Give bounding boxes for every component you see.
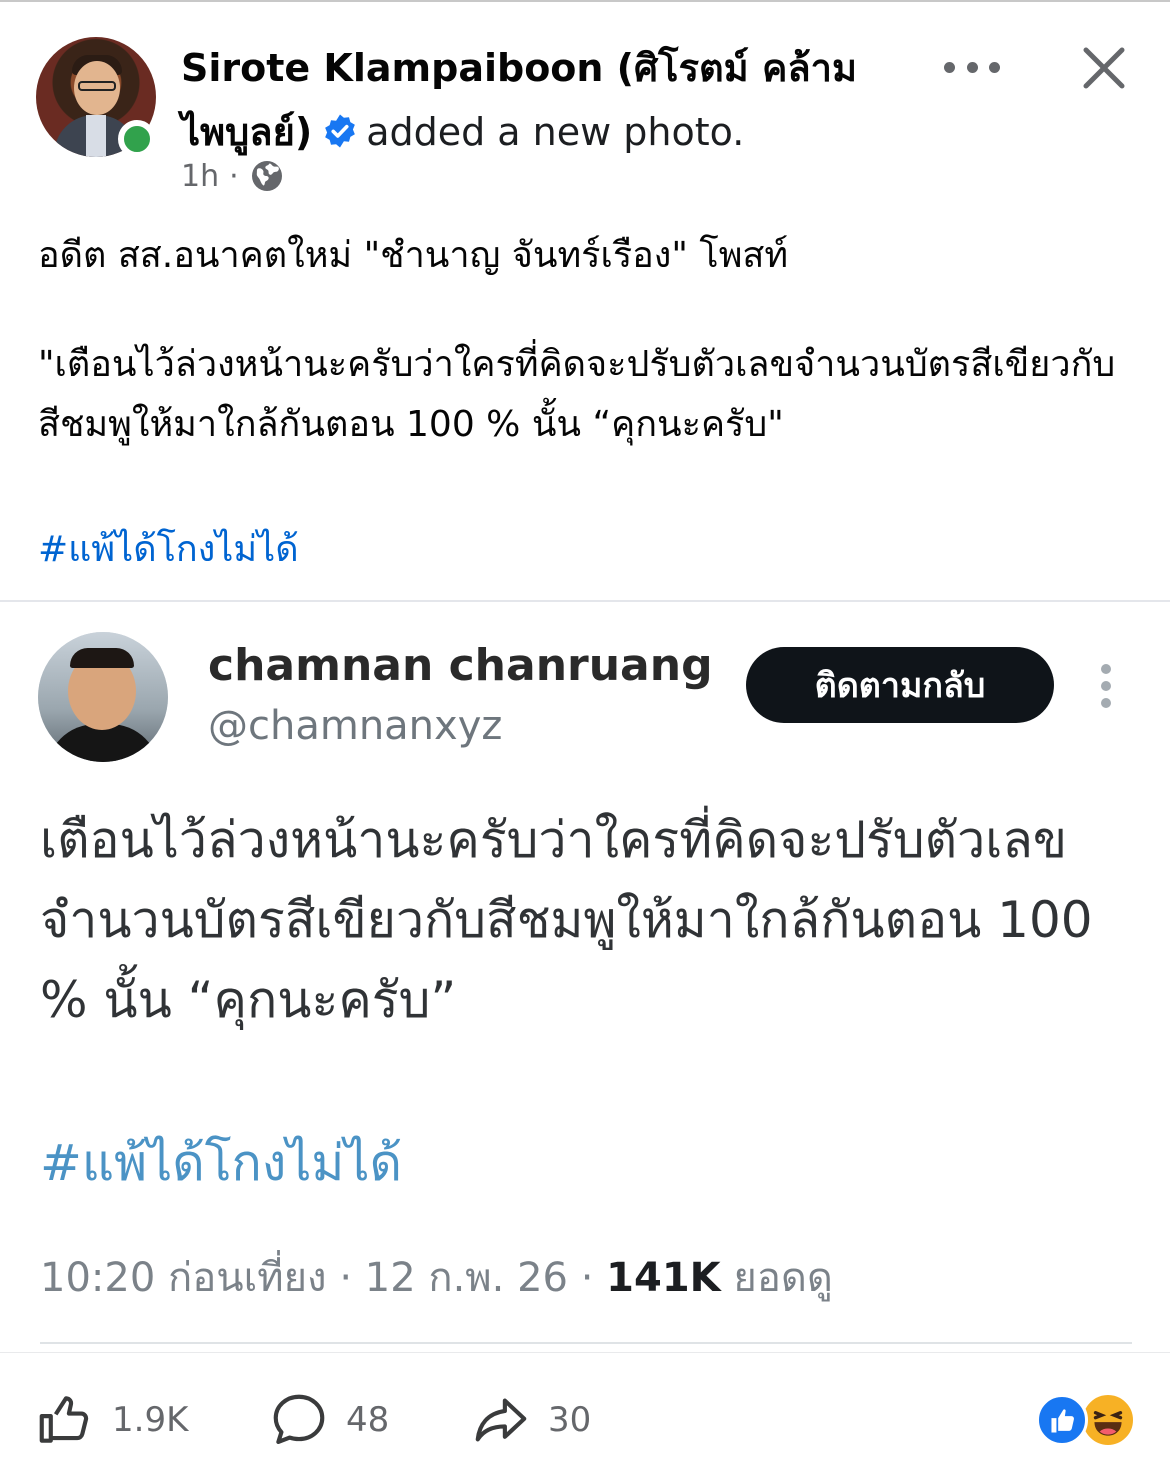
tweet-divider — [40, 1342, 1132, 1344]
caption-quote: "เตือนไว้ล่วงหน้านะครับว่าใครที่คิดจะปรั… — [38, 344, 1116, 445]
post-action-text: added a new photo. — [366, 110, 745, 154]
verified-badge-icon — [325, 114, 356, 148]
like-count: 1.9K — [112, 1400, 189, 1440]
tweet-text: เตือนไว้ล่วงหน้านะครับว่าใครที่คิดจะปรับ… — [40, 811, 1093, 1029]
tweet-time: 10:20 ก่อนเที่ยง — [40, 1255, 327, 1301]
post-meta: 1h · — [181, 156, 285, 196]
tweet-date: 12 ก.พ. 26 — [364, 1255, 568, 1301]
post-header-title: Sirote Klampaiboon (ศิโรตม์ คล้ามไพบูลย์… — [181, 36, 901, 164]
follow-back-button: ติดตามกลับ — [746, 647, 1054, 723]
share-arrow-icon — [475, 1398, 527, 1442]
online-status-dot — [118, 120, 156, 158]
post-timestamp[interactable]: 1h — [181, 159, 219, 194]
tweet-view-count: 141K — [606, 1255, 721, 1301]
tweet-more-icon — [1098, 664, 1114, 708]
caption-line-1: อดีต สส.อนาคตใหม่ "ชำนาญ จันทร์เรือง" โพ… — [38, 235, 789, 276]
post-hashtag-link[interactable]: #แพ้ได้โกงไม่ได้ — [38, 520, 299, 577]
tweet-author-handle: @chamnanxyz — [208, 703, 503, 749]
tweet-separator-2: · — [580, 1255, 594, 1301]
share-count: 30 — [548, 1400, 592, 1440]
actions-divider — [0, 1352, 1170, 1353]
comment-bubble-icon — [273, 1394, 325, 1445]
top-divider — [0, 0, 1170, 2]
reactions-summary[interactable] — [1036, 1392, 1136, 1448]
comment-count: 48 — [346, 1400, 390, 1440]
globe-icon[interactable] — [249, 158, 285, 194]
tweet-meta: 10:20 ก่อนเที่ยง · 12 ก.พ. 26 · 141K ยอด… — [40, 1248, 833, 1308]
share-button[interactable]: 30 — [470, 1385, 591, 1455]
tweet-hashtag: #แพ้ได้โกงไม่ได้ — [40, 1134, 402, 1192]
comment-button[interactable]: 48 — [268, 1385, 389, 1455]
post-caption: อดีต สส.อนาคตใหม่ "ชำนาญ จันทร์เรือง" โพ… — [38, 226, 1148, 504]
photo-divider — [0, 600, 1170, 602]
tweet-views-label: ยอดดู — [733, 1255, 833, 1301]
like-reaction-icon — [1036, 1394, 1088, 1446]
like-button[interactable]: 1.9K — [34, 1385, 188, 1455]
thumbs-up-icon — [39, 1396, 89, 1443]
meta-separator: · — [229, 158, 239, 194]
haha-reaction-icon — [1080, 1392, 1136, 1448]
tweet-author-avatar — [38, 632, 168, 762]
close-icon[interactable] — [1080, 44, 1128, 92]
tweet-author-name: chamnan chanruang — [208, 640, 713, 691]
more-options-icon[interactable] — [944, 50, 1000, 84]
tweet-separator: · — [339, 1255, 353, 1301]
